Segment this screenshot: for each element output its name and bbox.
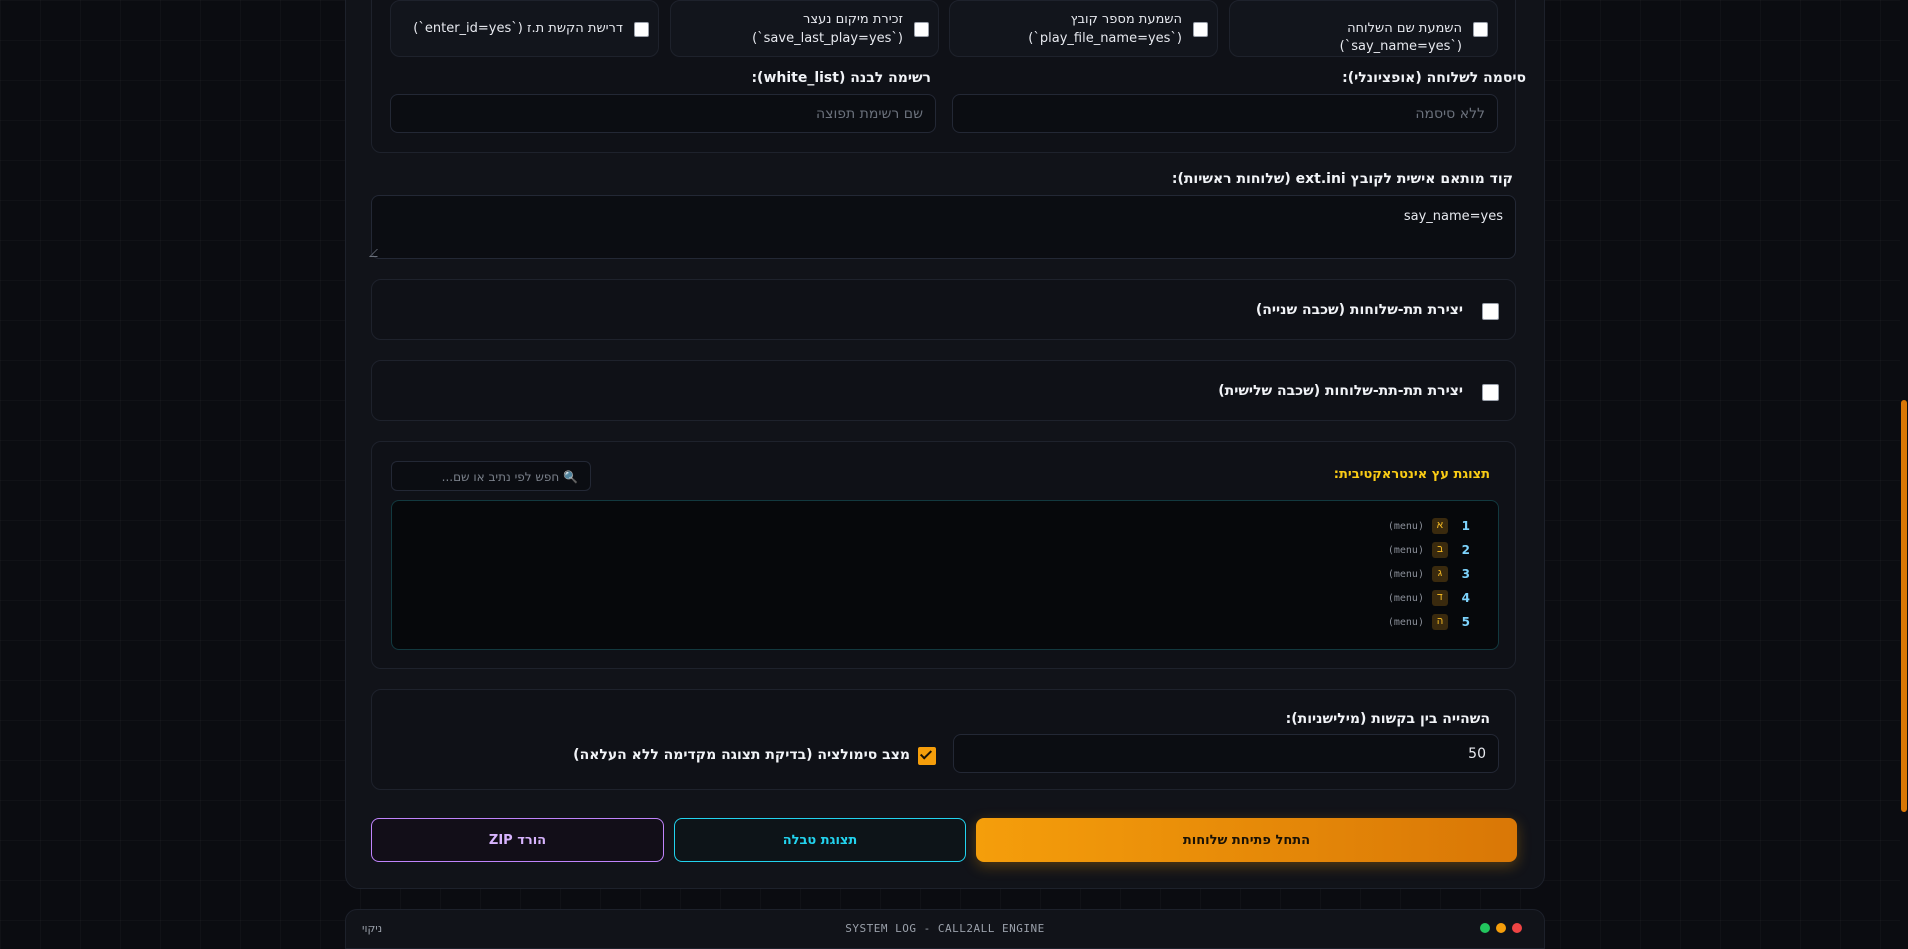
custom-code-label: קוד מותאם אישית לקובץ ext.ini (שלוחות רא… <box>1171 171 1513 187</box>
log-clear-button[interactable]: ניקוי <box>362 922 382 935</box>
tree-row[interactable]: 3 ג (menu) <box>1388 564 1470 584</box>
custom-code-value: say_name=yes <box>1403 209 1503 224</box>
say-name-checkbox[interactable] <box>1473 22 1488 37</box>
simulation-checkbox[interactable] <box>918 747 936 765</box>
save-last-play-label-1: זכירת מיקום נעצר <box>803 12 903 27</box>
sub-level-2-checkbox[interactable] <box>1482 303 1499 320</box>
play-file-name-label-1: השמעת מספר קובץ <box>1070 12 1183 27</box>
option-enter-id[interactable]: דרישת הקשת ת.ז (`enter_id=yes`) <box>390 0 659 57</box>
download-zip-button[interactable]: הורד ZIP <box>371 818 664 862</box>
start-button[interactable]: התחל פתיחת שלוחות <box>976 818 1517 862</box>
sub-level-3-label: יצירת תת-תת-שלוחות (שכבה שלישית) <box>1218 383 1463 399</box>
system-log-bar: SYSTEM LOG - CALL2ALL ENGINE ניקוי <box>345 909 1545 949</box>
option-play-file-name[interactable]: השמעת מספר קובץ (`play_file_name=yes`) <box>949 0 1218 57</box>
tree-title: תצוגת עץ אינטראקטיבית: <box>1333 467 1490 482</box>
settings-card: השהייה בין בקשות (מילישניות): 50 מצב סימ… <box>371 689 1516 790</box>
delay-input[interactable]: 50 <box>953 734 1499 773</box>
enter-id-label: דרישת הקשת ת.ז (`enter_id=yes`) <box>413 21 623 36</box>
enter-id-checkbox[interactable] <box>634 22 649 37</box>
password-label: סיסמה לשלוחה (אופציונלי): <box>1342 70 1526 86</box>
white-list-label: רשימה לבנה (white_list): <box>751 70 931 86</box>
save-last-play-checkbox[interactable] <box>914 22 929 37</box>
play-file-name-checkbox[interactable] <box>1193 22 1208 37</box>
sub-level-2-card[interactable]: יצירת תת-שלוחות (שכבה שנייה) <box>371 279 1516 340</box>
password-input[interactable]: ללא סיסמה <box>952 94 1498 133</box>
tree-row[interactable]: 1 א (menu) <box>1388 516 1470 536</box>
log-title: SYSTEM LOG - CALL2ALL ENGINE <box>845 922 1045 935</box>
delay-label: השהייה בין בקשות (מילישניות): <box>1285 711 1490 727</box>
save-last-play-label-2: (`save_last_play=yes`) <box>752 31 903 46</box>
sub-level-3-card[interactable]: יצירת תת-תת-שלוחות (שכבה שלישית) <box>371 360 1516 421</box>
say-name-label: השמעת שם השלוחה (`say_name=yes`) <box>1339 21 1462 54</box>
tree-list: 1 א (menu) 2 ב (menu) 3 ג (menu) 4 ד (me… <box>1388 516 1470 632</box>
tree-row[interactable]: 5 ה (menu) <box>1388 612 1470 632</box>
table-view-button[interactable]: תצוגת טבלה <box>674 818 966 862</box>
custom-code-textarea[interactable]: say_name=yes <box>369 195 1516 259</box>
resize-handle-icon[interactable] <box>369 249 385 257</box>
scrollbar-track[interactable] <box>1900 0 1908 941</box>
tree-search-input[interactable]: 🔍 חפש לפי נתיב או שם... <box>391 461 591 491</box>
tree-card: תצוגת עץ אינטראקטיבית: 🔍 חפש לפי נתיב או… <box>371 441 1516 669</box>
tree-row[interactable]: 2 ב (menu) <box>1388 540 1470 560</box>
scrollbar-thumb[interactable] <box>1901 400 1907 812</box>
sub-level-3-checkbox[interactable] <box>1482 384 1499 401</box>
simulation-label: מצב סימולציה (בדיקת תצוגה מקדימה ללא העל… <box>573 747 910 763</box>
option-save-last-play[interactable]: זכירת מיקום נעצר (`save_last_play=yes`) <box>670 0 939 57</box>
option-say-name[interactable]: השמעת שם השלוחה (`say_name=yes`) <box>1229 0 1498 57</box>
tree-row[interactable]: 4 ד (menu) <box>1388 588 1470 608</box>
play-file-name-label-2: (`play_file_name=yes`) <box>1028 31 1182 46</box>
sub-level-2-label: יצירת תת-שלוחות (שכבה שנייה) <box>1255 302 1463 318</box>
white-list-input[interactable]: שם רשימת תפוצה <box>390 94 936 133</box>
tree-container: 1 א (menu) 2 ב (menu) 3 ג (menu) 4 ד (me… <box>391 500 1499 650</box>
